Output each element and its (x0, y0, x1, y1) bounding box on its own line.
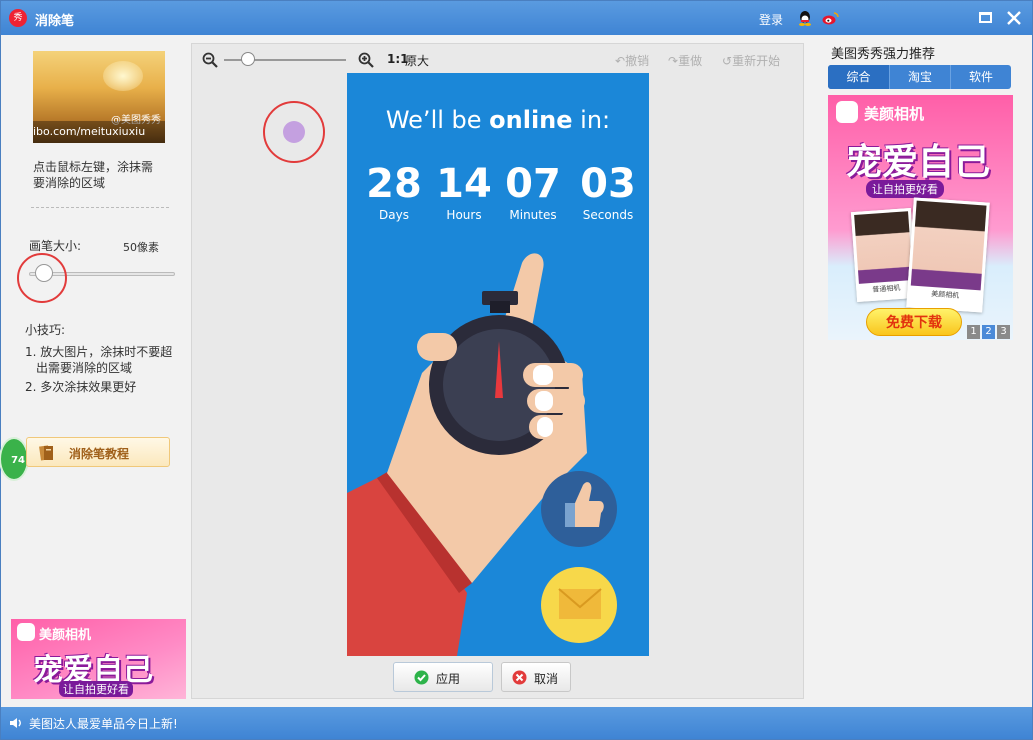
redo-label: 重做 (678, 54, 703, 68)
tab-software[interactable]: 软件 (950, 65, 1011, 89)
countdown-seconds-value: 03 (580, 161, 636, 207)
left-panel: @美图秀秀 ibo.com/meituxiuxiu 点击鼠标左键，涂抹需要消除的… (0, 41, 186, 701)
left-ad-subtitle: 让自拍更好看 (59, 681, 133, 697)
ad-face-image (910, 200, 987, 291)
usage-hint: 点击鼠标左键，涂抹需要消除的区域 (33, 160, 154, 190)
recommend-tabs: 综合 淘宝 软件 (828, 65, 1011, 89)
highlight-circle (17, 253, 67, 303)
apply-button[interactable]: 应用 (393, 662, 493, 692)
right-ad-subtitle: 让自拍更好看 (866, 180, 944, 198)
tab-taobao[interactable]: 淘宝 (889, 65, 950, 89)
brush-size-value: 50像素 (123, 241, 159, 254)
restart-button[interactable]: ↺重新开始 (722, 52, 780, 69)
left-ad-brand: 美颜相机 (39, 628, 92, 643)
tip-2: 2. 多次涂抹效果更好 (25, 380, 137, 394)
green-badge[interactable]: 74 (0, 437, 29, 481)
countdown-minutes-value: 07 (505, 161, 561, 207)
edit-image[interactable]: We’ll be online in: 28 Days 14 Hours 07 … (347, 73, 649, 656)
preview-sun (103, 61, 143, 91)
recommend-title: 美图秀秀强力推荐 (831, 47, 936, 62)
right-advertisement[interactable]: 美颜相机 宠爱自己 让自拍更好看 普通相机 美颜相机 免费下载 1 2 3 (828, 95, 1013, 340)
poster-headline: We’ll be online in: (347, 106, 649, 134)
cancel-button[interactable]: 取消 (501, 662, 571, 692)
zoom-out-icon[interactable] (202, 52, 218, 68)
status-bar: 美图达人最爱单品今日上新! (1, 707, 1032, 739)
restart-label: 重新开始 (732, 54, 781, 68)
speaker-icon (10, 718, 21, 728)
check-icon (414, 670, 429, 685)
ad-photo-caption: 普通相机 (872, 283, 901, 294)
undo-button[interactable]: ↶撤销 (615, 52, 649, 69)
left-advertisement[interactable]: 美颜相机 宠爱自己 让自拍更好看 (11, 619, 186, 699)
right-ad-slogan: 宠爱自己 (846, 142, 991, 183)
countdown-days-value: 28 (366, 161, 422, 207)
camera-app-logo-icon (17, 623, 35, 641)
window-title: 消除笔 (35, 14, 75, 29)
free-download-button[interactable]: 免费下载 (866, 308, 962, 336)
weibo-icon[interactable] (822, 12, 839, 25)
countdown-seconds-label: Seconds (582, 208, 634, 222)
tip-1-line-1: 1. 放大图片，涂抹时不要超 (25, 345, 173, 359)
countdown-hours-label: Hours (446, 208, 482, 222)
eraser-brush-cursor (263, 101, 325, 163)
eraser-brush-dot (283, 121, 305, 143)
image-preview: @美图秀秀 ibo.com/meituxiuxiu (33, 51, 165, 143)
headline-post: in: (572, 106, 611, 134)
camera-app-logo-icon (836, 101, 858, 123)
countdown-hours-value: 14 (436, 161, 492, 207)
tips-title: 小技巧: (25, 323, 66, 337)
tutorial-label: 消除笔教程 (69, 447, 130, 461)
book-icon (39, 445, 53, 461)
cancel-icon (512, 670, 527, 685)
headline-bold: online (489, 106, 573, 134)
ad-photo-caption: 美颜相机 (930, 290, 960, 301)
actual-size-label[interactable]: 原大 (405, 52, 429, 69)
ad-page-1[interactable]: 1 (967, 325, 980, 339)
title-bar[interactable]: 秀 消除笔 登录 (1, 1, 1032, 35)
cancel-label: 取消 (534, 672, 559, 686)
right-ad-brand: 美颜相机 (864, 105, 925, 123)
preview-watermark: ibo.com/meituxiuxiu (33, 121, 165, 143)
status-news-link[interactable]: 美图达人最爱单品今日上新! (29, 715, 178, 732)
maximize-button[interactable] (979, 12, 992, 23)
login-link[interactable]: 登录 (759, 11, 783, 28)
eraser-window: 秀 消除笔 登录 @美图秀秀 ibo.com/meituxiuxiu 点击鼠标左… (0, 0, 1033, 740)
redo-button[interactable]: ↷重做 (668, 52, 702, 69)
apply-label: 应用 (436, 672, 461, 686)
app-logo-icon: 秀 (9, 9, 27, 27)
undo-label: 撤销 (625, 54, 650, 68)
zoom-slider-handle[interactable] (241, 52, 256, 66)
headline-pre: We’ll be (385, 106, 490, 134)
ad-page-3[interactable]: 3 (997, 325, 1010, 339)
tab-general[interactable]: 综合 (828, 65, 889, 89)
tip-1-line-2: 出需要消除的区域 (36, 361, 133, 375)
qq-icon[interactable] (798, 11, 812, 26)
canvas-panel: 1:1 原大 ↶撤销 ↷重做 ↺重新开始 We’ll be online in:… (191, 43, 804, 699)
ad-face-image (854, 211, 913, 284)
brush-size-label: 画笔大小: (29, 239, 82, 253)
ad-page-2[interactable]: 2 (982, 325, 995, 339)
countdown-days-label: Days (379, 208, 409, 222)
countdown-minutes-label: Minutes (509, 208, 557, 222)
zoom-in-icon[interactable] (358, 52, 374, 68)
divider (31, 207, 169, 208)
close-icon[interactable] (1005, 9, 1023, 27)
ad-photo-beauty: 美颜相机 (906, 197, 990, 313)
eraser-tutorial-button[interactable]: 消除笔教程 (26, 437, 170, 467)
